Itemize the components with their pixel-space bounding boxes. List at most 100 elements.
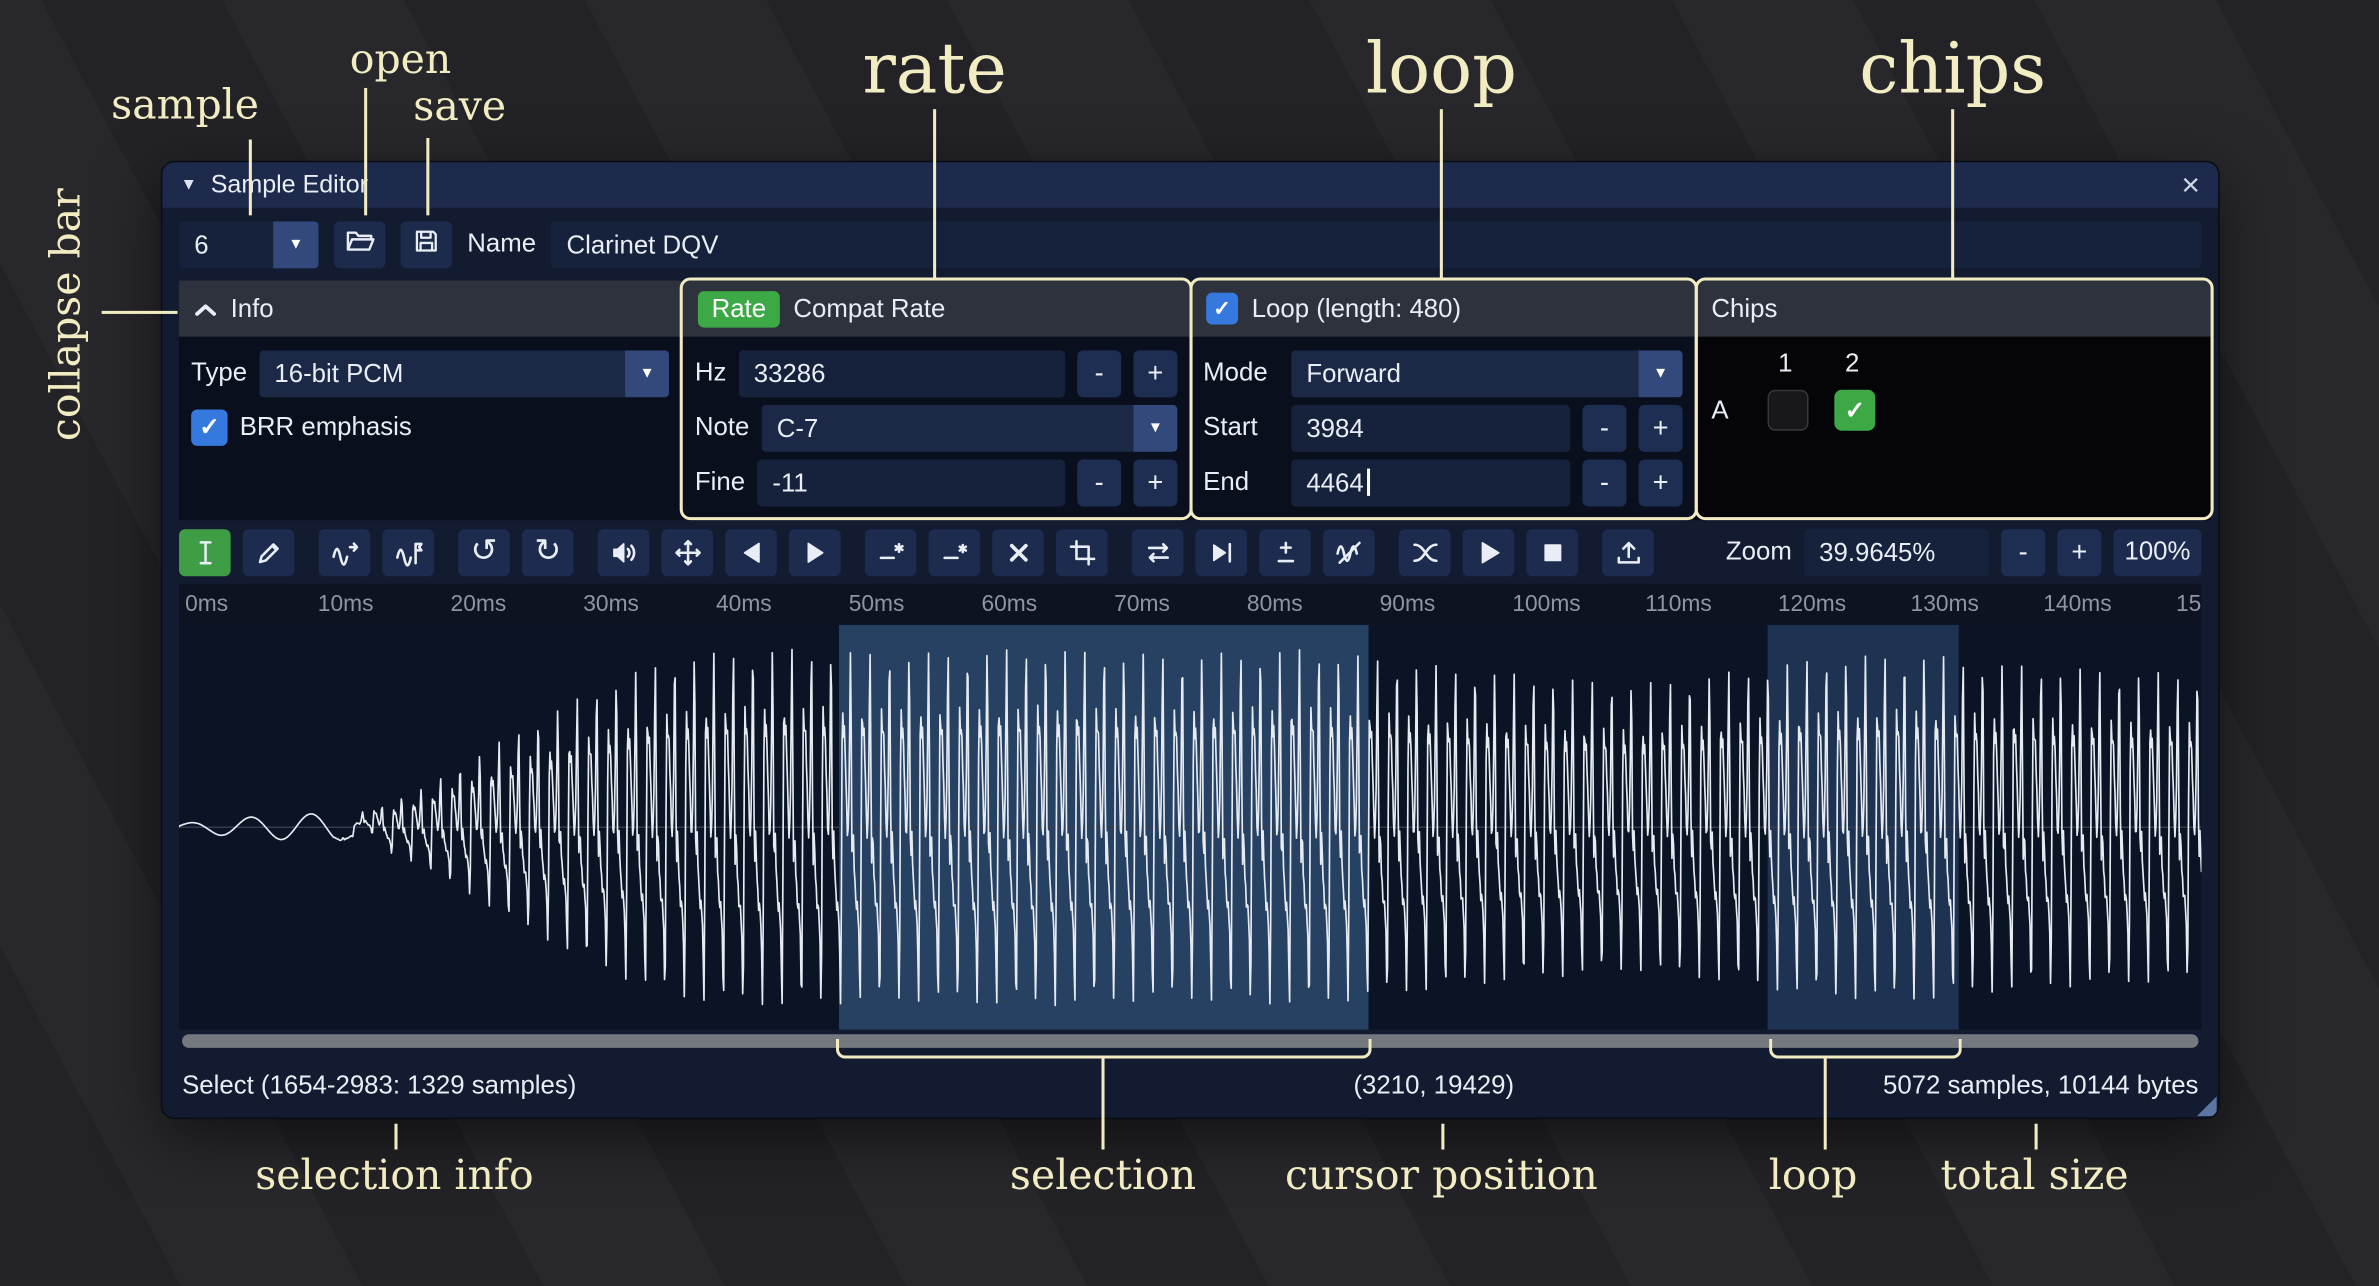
zoom-label: Zoom: [1726, 537, 1792, 567]
annotation-loop-bottom-line: [1824, 1059, 1827, 1150]
save-button[interactable]: [401, 221, 453, 268]
reverse-icon: [1143, 538, 1172, 567]
tool-amplify-button[interactable]: [598, 529, 650, 576]
sample-selector-value[interactable]: 6: [179, 221, 273, 268]
tool-filter-button[interactable]: [1323, 529, 1375, 576]
zoom-input[interactable]: 39.9645%: [1804, 529, 1989, 576]
tool-normalize-button[interactable]: [662, 529, 714, 576]
tool-import-button[interactable]: [1602, 529, 1654, 576]
annotation-selection-line: [1102, 1059, 1105, 1150]
import-icon: [1614, 538, 1643, 567]
type-value: 16-bit PCM: [259, 350, 625, 397]
annotation-loop-bracket: [1769, 1039, 1962, 1059]
info-collapse-button[interactable]: [194, 293, 217, 323]
annotation-selection-info-label: selection info: [255, 1153, 534, 1200]
type-dropdown[interactable]: 16-bit PCM ▼: [259, 350, 669, 397]
annotation-sample-line: [249, 140, 252, 216]
normalize-icon: [673, 538, 702, 567]
toolbar-tools: ↺↻: [179, 529, 1678, 576]
annotation-selection-bracket: [836, 1039, 1372, 1059]
tool-edit-select-button[interactable]: [179, 529, 231, 576]
timeline-label: 130ms: [1911, 591, 1979, 617]
timeline-label: 40ms: [716, 591, 772, 617]
tool-trim-button[interactable]: [1056, 529, 1108, 576]
timeline-label: 90ms: [1380, 591, 1436, 617]
tool-resize-button[interactable]: [319, 529, 371, 576]
close-icon[interactable]: ×: [2181, 169, 2200, 201]
chevron-down-icon[interactable]: ▼: [273, 221, 319, 268]
annotation-selection-label: selection: [1010, 1153, 1196, 1200]
status-selection-info: Select (1654-2983: 1329 samples): [182, 1071, 576, 1101]
zoom-minus-button[interactable]: -: [2001, 529, 2045, 576]
chevron-down-icon[interactable]: ▼: [625, 350, 669, 397]
tool-apply-silence-button[interactable]: [929, 529, 981, 576]
tool-stop-button[interactable]: [1526, 529, 1578, 576]
zoom-reset-button[interactable]: 100%: [2113, 529, 2201, 576]
annotation-loop-rect: [1190, 278, 1698, 521]
status-cursor-position: (3210, 19429): [1353, 1071, 1514, 1101]
annotation-collapse-line: [102, 311, 178, 314]
timeline-label: 70ms: [1114, 591, 1170, 617]
annotation-rate-label: rate: [862, 27, 1006, 109]
tool-crossfade-button[interactable]: [1399, 529, 1451, 576]
timeline-label: 60ms: [981, 591, 1037, 617]
window-title: Sample Editor: [211, 171, 368, 200]
tool-delete-button[interactable]: [992, 529, 1044, 576]
zoom-plus-button[interactable]: +: [2057, 529, 2101, 576]
fade-in-icon: [737, 538, 766, 567]
tool-sign-button[interactable]: [1259, 529, 1311, 576]
crossfade-icon: [1410, 538, 1439, 567]
collapse-triangle-icon[interactable]: ▼: [181, 176, 198, 194]
apply-silence-icon: [940, 538, 969, 567]
annotation-loop-label: loop: [1366, 27, 1517, 109]
annotation-sample-label: sample: [111, 82, 259, 129]
undo-icon: ↺: [471, 535, 498, 568]
info-panel-title: Info: [231, 293, 274, 323]
tool-reverse-button[interactable]: [1132, 529, 1184, 576]
annotation-open-label: open: [350, 36, 452, 83]
tool-fade-in-button[interactable]: [725, 529, 777, 576]
type-label: Type: [191, 358, 247, 388]
timeline-label: 150ms: [2176, 591, 2201, 617]
name-label: Name: [467, 229, 536, 259]
tool-preview-button[interactable]: [1463, 529, 1515, 576]
brr-emphasis-checkbox[interactable]: ✓: [191, 409, 227, 445]
annotation-save-label: save: [413, 83, 506, 130]
resize-grip[interactable]: [2197, 1096, 2217, 1116]
floppy-icon: [413, 227, 440, 262]
tool-edit-draw-button[interactable]: [243, 529, 295, 576]
folder-open-icon: [344, 227, 376, 262]
annotation-cursor-position-label: cursor position: [1285, 1153, 1598, 1200]
fade-out-icon: [800, 538, 829, 567]
waveform-trace: [179, 625, 2201, 1030]
annotation-chips-label: chips: [1859, 27, 2046, 109]
tool-resample-button[interactable]: [382, 529, 434, 576]
annotation-chips-rect: [1695, 278, 2214, 521]
preview-icon: [1474, 538, 1503, 567]
tool-undo-button[interactable]: ↺: [458, 529, 510, 576]
tool-redo-button[interactable]: ↻: [522, 529, 574, 576]
annotation-collapse-bar-label: collapse bar: [43, 181, 90, 448]
annotation-loop-line: [1440, 109, 1443, 277]
annotation-total-size-label: total size: [1941, 1153, 2129, 1200]
edit-select-icon: [190, 538, 219, 567]
timeline-label: 140ms: [2043, 591, 2111, 617]
insert-silence-icon: [876, 538, 905, 567]
stop-icon: [1538, 538, 1567, 567]
tool-insert-silence-button[interactable]: [865, 529, 917, 576]
tool-fade-out-button[interactable]: [789, 529, 841, 576]
edit-draw-icon: [254, 538, 283, 567]
amplify-icon: [609, 538, 638, 567]
open-button[interactable]: [334, 221, 386, 268]
timeline-label: 110ms: [1645, 591, 1712, 617]
timeline-label: 10ms: [318, 591, 374, 617]
tool-invert-button[interactable]: [1196, 529, 1248, 576]
annotation-selection-info-line: [394, 1124, 397, 1150]
redo-icon: ↻: [534, 535, 561, 568]
waveform-view[interactable]: [179, 625, 2201, 1030]
sample-selector[interactable]: 6 ▼: [179, 221, 319, 268]
sample-toolbar: ↺↻ Zoom 39.9645% - + 100%: [162, 520, 2218, 584]
titlebar[interactable]: ▼ Sample Editor ×: [162, 162, 2218, 207]
annotation-cursor-position-line: [1441, 1124, 1444, 1150]
timeline-ruler[interactable]: 0ms10ms20ms30ms40ms50ms60ms70ms80ms90ms1…: [179, 584, 2201, 625]
